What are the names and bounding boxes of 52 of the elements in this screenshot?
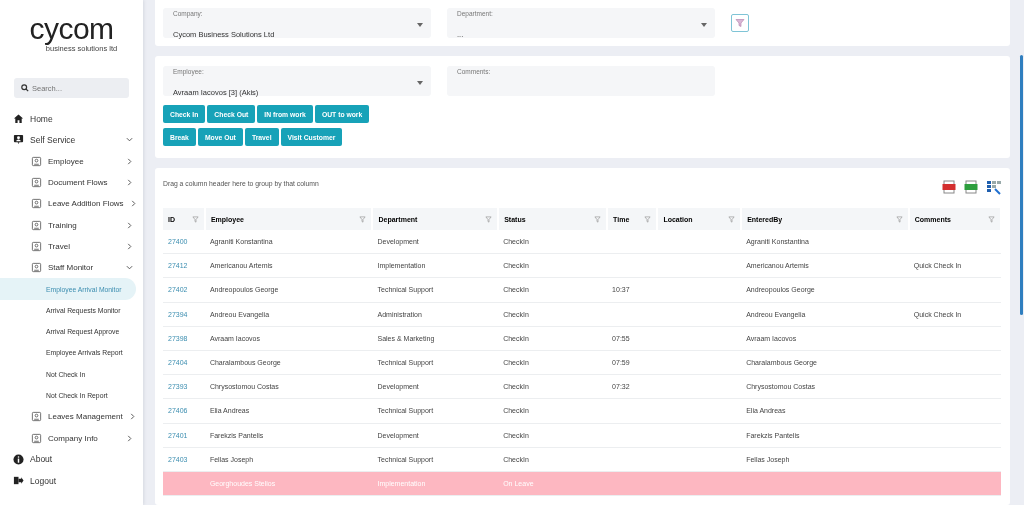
- filter-button[interactable]: [731, 14, 749, 32]
- filter-icon[interactable]: [644, 215, 652, 223]
- caret-icon: [701, 23, 707, 27]
- nav-item[interactable]: Company Info: [0, 427, 143, 449]
- scrollbar-thumb[interactable]: [1020, 55, 1023, 315]
- nav-item[interactable]: Home: [0, 108, 143, 130]
- filter-icon[interactable]: [728, 215, 736, 223]
- filter-icon[interactable]: [191, 215, 199, 223]
- nav-item[interactable]: Document Flows: [0, 171, 143, 194]
- nav-item[interactable]: Self Service: [0, 129, 143, 151]
- nav-item[interactable]: Training: [0, 214, 143, 236]
- logo-text: cycom: [29, 14, 114, 44]
- nav-item[interactable]: Leave Addition Flows: [0, 193, 143, 215]
- chevron-icon: [126, 157, 133, 165]
- chevron-icon: [126, 179, 133, 187]
- nav-item[interactable]: Employee: [0, 150, 143, 172]
- outline-icon: [31, 177, 42, 189]
- logout-icon: [13, 475, 24, 487]
- pdf-export-icon[interactable]: [942, 180, 956, 194]
- chevron-icon: [128, 413, 136, 421]
- chevron-icon: [126, 242, 133, 250]
- nav-item[interactable]: Staff Monitor: [0, 257, 143, 279]
- chevron-icon: [126, 136, 133, 144]
- outline-icon: [31, 411, 42, 423]
- chevron-icon: [126, 221, 133, 229]
- filter-icon: [735, 18, 745, 28]
- chevron-icon: [126, 264, 133, 272]
- nav-item[interactable]: Logout: [0, 470, 143, 492]
- xls-export-icon[interactable]: [964, 180, 978, 194]
- filter-icon[interactable]: [359, 215, 367, 223]
- info-icon: [13, 453, 24, 465]
- person-icon: [13, 134, 24, 146]
- outline-icon: [31, 432, 42, 444]
- caret-icon: [417, 81, 423, 85]
- filter-icon[interactable]: [485, 215, 493, 223]
- nav-item[interactable]: Travel: [0, 235, 143, 258]
- column-chooser-icon[interactable]: [986, 180, 1002, 196]
- outline-icon: [31, 240, 42, 252]
- home-icon: [13, 113, 24, 125]
- chevron-icon: [129, 200, 137, 208]
- filter-icon[interactable]: [594, 215, 602, 223]
- outline-icon: [31, 198, 42, 210]
- chevron-icon: [126, 434, 133, 442]
- caret-icon: [417, 23, 423, 27]
- search-icon: [21, 84, 29, 92]
- outline-icon: [31, 219, 42, 231]
- nav-item[interactable]: About: [0, 448, 143, 471]
- outline-icon: [31, 155, 42, 167]
- filter-icon[interactable]: [895, 215, 903, 223]
- nav-item[interactable]: Leaves Management: [0, 406, 143, 428]
- filter-icon[interactable]: [988, 215, 995, 223]
- outline-icon: [31, 262, 42, 274]
